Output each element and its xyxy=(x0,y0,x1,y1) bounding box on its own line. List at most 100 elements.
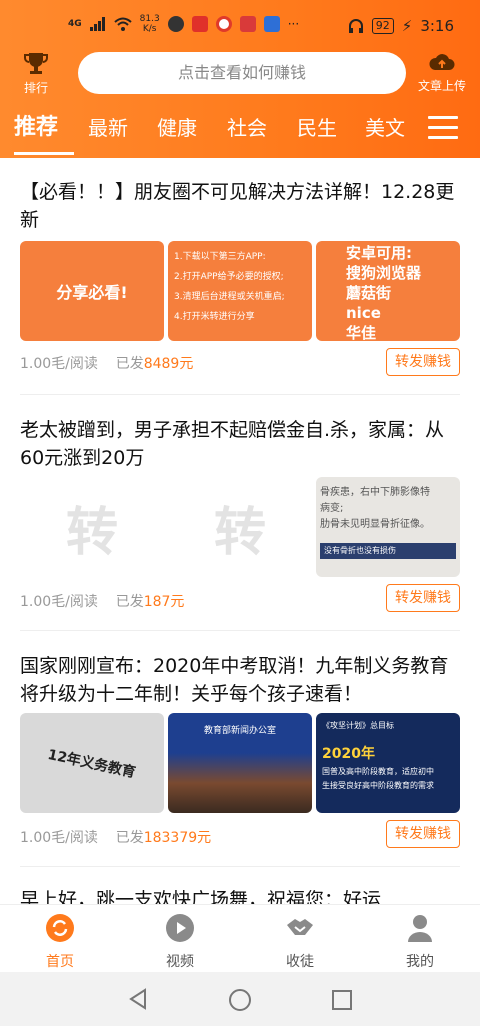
article-meta: 1.00毛/阅读 已发187元 xyxy=(20,591,184,611)
wifi-icon xyxy=(113,17,132,31)
status-bar: 4G 81.3 K/s ··· 92 ⚡ 3:16 xyxy=(0,0,480,52)
thumbnail-text-line: 肋骨未见明显骨折征像。 xyxy=(320,519,430,530)
thumbnail-text-line: 蘑菇街 xyxy=(346,284,392,302)
user-icon xyxy=(408,915,432,942)
back-icon[interactable] xyxy=(127,988,149,1010)
thumbnail-caption: 转 xyxy=(65,502,118,563)
article-title: 老太被蹭到，男子承担不起赔偿金自.杀，家属：从60元涨到20万 xyxy=(20,419,445,469)
article-card[interactable]: 国家刚刚宣布：2020年中考取消！九年制义务教育将升级为十二年制！关乎每个孩子速… xyxy=(20,652,460,848)
network-indicator: 4G xyxy=(68,19,82,29)
thumbnail-caption: 转 xyxy=(213,502,266,563)
thumbnail-caption: 分享必看! xyxy=(56,283,128,302)
signal-icon xyxy=(89,17,105,31)
article-card[interactable]: 【必看！！】朋友圈不可见解决方法详解！12.28更新 分享必看! 1.下载以下第… xyxy=(20,178,460,376)
battery-indicator: 92 xyxy=(371,18,394,34)
article-meta: 1.00毛/阅读 已发8489元 xyxy=(20,353,193,373)
sent-count: 8489元 xyxy=(143,356,194,372)
app-notification-icon xyxy=(167,16,184,32)
app-notification-icon xyxy=(191,16,208,32)
tab-latest[interactable]: 最新 xyxy=(88,108,128,148)
charging-icon: ⚡ xyxy=(401,17,413,35)
thumbnail-text-line: 华佳 xyxy=(346,324,377,341)
forward-earn-button[interactable]: 转发赚钱 xyxy=(386,820,460,848)
article-meta: 1.00毛/阅读 已发183379元 xyxy=(20,827,211,847)
network-speed: 81.3 K/s xyxy=(139,14,160,34)
app-notification-icon xyxy=(215,16,232,32)
thumbnail-text-line: 2.打开APP给予必要的授权; xyxy=(174,272,284,282)
divider xyxy=(20,394,460,395)
divider xyxy=(20,866,460,867)
tab-essays[interactable]: 美文 xyxy=(365,108,405,148)
article-title: 【必看！！】朋友圈不可见解决方法详解！12.28更新 xyxy=(20,181,455,231)
ranking-button[interactable]: 排行 xyxy=(16,50,56,96)
tab-society[interactable]: 社会 xyxy=(227,108,267,148)
thumbnail-text-line: 搜狗浏览器 xyxy=(346,264,422,282)
upload-label: 文章上传 xyxy=(417,79,466,93)
handshake-icon xyxy=(287,919,313,935)
thumbnail-text-line: 骨疾患，右中下肺影像特 xyxy=(320,487,430,498)
thumbnail-image: 分享必看! xyxy=(20,241,164,341)
sent-count: 187元 xyxy=(143,594,185,610)
thumbnail-image: 12年义务教育 xyxy=(20,713,164,813)
thumbnail-text-line: 2020年 xyxy=(322,746,375,762)
read-rate: 1.00毛/阅读 xyxy=(20,356,98,372)
thumbnail-image: 安卓可用: 搜狗浏览器 蘑菇街 nice 华佳 xyxy=(316,241,460,341)
tab-livelihood[interactable]: 民生 xyxy=(297,108,337,148)
app-header: 4G 81.3 K/s ··· 92 ⚡ 3:16 排行 点击查看如何赚钱 文章上… xyxy=(0,0,480,158)
nav-home[interactable]: 首页 xyxy=(20,913,100,971)
thumbnail-text-line: 4.打开米转进行分享 xyxy=(174,312,255,322)
article-card[interactable]: 老太被蹭到，男子承担不起赔偿金自.杀，家属：从60元涨到20万 转 转 骨疾患，… xyxy=(20,416,460,612)
menu-icon[interactable] xyxy=(428,116,458,140)
app-notification-icon xyxy=(239,16,256,32)
tab-health[interactable]: 健康 xyxy=(157,108,197,148)
active-tab-indicator xyxy=(14,152,74,155)
search-bar[interactable]: 点击查看如何赚钱 xyxy=(78,52,406,94)
video-play-icon xyxy=(166,914,194,942)
thumbnail-text-line: 国普及高中阶段教育，适应初中 xyxy=(322,767,434,776)
thumbnail-caption: 教育部新闻办公室 xyxy=(203,726,276,736)
trophy-icon xyxy=(24,53,48,74)
upload-article-button[interactable]: 文章上传 xyxy=(414,50,470,94)
bottom-navigation: 首页 视频 收徒 我的 xyxy=(0,904,480,973)
tab-recommended[interactable]: 推荐 xyxy=(14,108,58,148)
read-rate: 1.00毛/阅读 xyxy=(20,830,98,846)
nav-home-label: 首页 xyxy=(46,954,74,970)
sent-count: 183379元 xyxy=(143,830,212,846)
nav-apprentice[interactable]: 收徒 xyxy=(260,913,340,971)
sent-prefix: 已发 xyxy=(115,356,144,372)
thumbnail-text-line: 1.下载以下第三方APP: xyxy=(174,252,266,262)
system-navigation-bar xyxy=(0,972,480,1026)
nav-video[interactable]: 视频 xyxy=(140,913,220,971)
thumbnail-placeholder: 转 xyxy=(20,477,164,577)
sent-prefix: 已发 xyxy=(115,594,144,610)
ranking-label: 排行 xyxy=(23,81,48,95)
nav-video-label: 视频 xyxy=(166,954,194,970)
more-notifications-icon: ··· xyxy=(287,17,300,31)
home-icon xyxy=(46,914,74,942)
forward-earn-button[interactable]: 转发赚钱 xyxy=(386,584,460,612)
article-card[interactable]: 早上好，跳一支欢快广场舞，祝福您：好运 xyxy=(20,886,460,904)
clock: 3:16 xyxy=(420,17,454,35)
thumbnail-text-line: 《攻坚计划》总目标 xyxy=(322,721,394,730)
home-circle-icon[interactable] xyxy=(228,988,252,1012)
thumbnail-text-line: 没有骨折也没有损伤 xyxy=(320,543,456,559)
thumbnail-placeholder: 转 xyxy=(168,477,312,577)
forward-earn-button[interactable]: 转发赚钱 xyxy=(386,348,460,376)
thumbnail-text-line: 安卓可用: xyxy=(346,244,412,262)
nav-profile-label: 我的 xyxy=(406,954,434,970)
nav-apprentice-label: 收徒 xyxy=(286,954,314,970)
article-title: 早上好，跳一支欢快广场舞，祝福您：好运 xyxy=(20,889,382,904)
thumbnail-image: 骨疾患，右中下肺影像特 病变; 肋骨未见明显骨折征像。 没有骨折也没有损伤 xyxy=(316,477,460,577)
thumbnail-text-line: 生接受良好高中阶段教育的需求 xyxy=(322,781,434,790)
sent-prefix: 已发 xyxy=(115,830,144,846)
recent-apps-icon[interactable] xyxy=(331,989,353,1011)
thumbnail-image: 《攻坚计划》总目标 2020年 国普及高中阶段教育，适应初中 生接受良好高中阶段… xyxy=(316,713,460,813)
thumbnail-image: 教育部新闻办公室 xyxy=(168,713,312,813)
cloud-upload-icon xyxy=(429,54,455,70)
app-notification-icon xyxy=(263,16,280,32)
nav-profile[interactable]: 我的 xyxy=(380,913,460,971)
article-title: 国家刚刚宣布：2020年中考取消！九年制义务教育将升级为十二年制！关乎每个孩子速… xyxy=(20,655,449,705)
headphones-icon xyxy=(348,19,363,33)
category-tabs: 推荐 最新 健康 社会 民生 美文 xyxy=(0,108,480,152)
thumbnail-text-line: 病变; xyxy=(320,503,344,514)
